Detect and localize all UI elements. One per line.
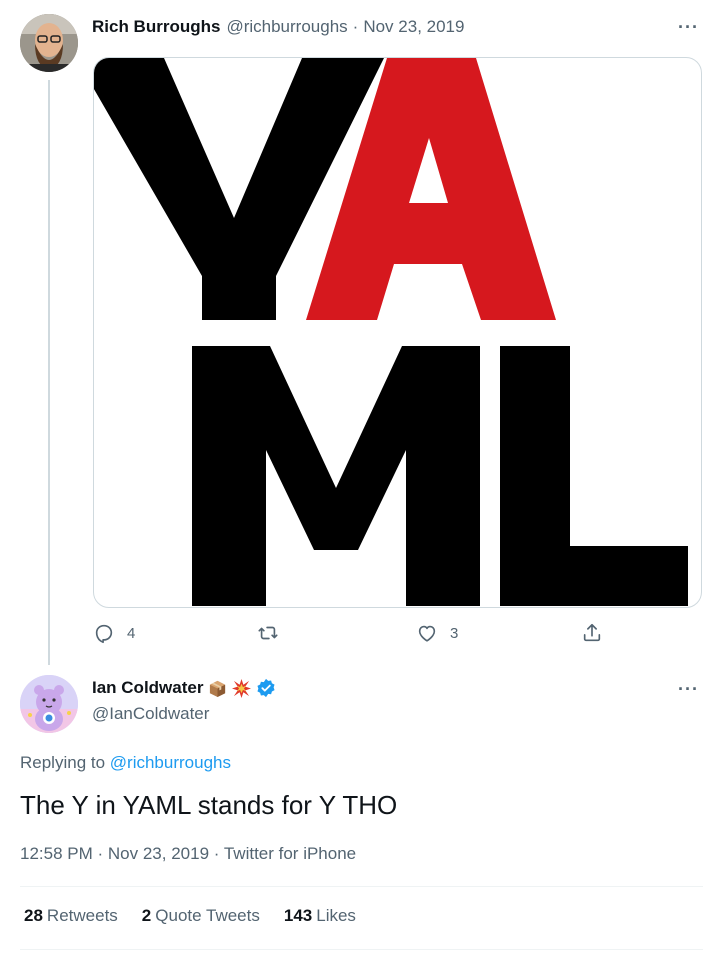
retweets-label: Retweets [46,906,118,925]
likes-count: 143 [283,906,313,925]
tweet-meta: 12:58 PM · Nov 23, 2019 · Twitter for iP… [20,844,356,864]
tweet-image[interactable] [93,57,702,608]
tweet-date[interactable]: Nov 23, 2019 [363,17,464,37]
reply-icon [95,624,113,644]
yaml-logo-image [94,58,688,606]
divider [20,886,703,887]
retweets-stat[interactable]: 28 Retweets [24,906,118,926]
author-name[interactable]: Rich Burroughs [92,17,220,37]
avatar[interactable] [20,14,78,72]
like-count: 3 [450,624,459,642]
quote-tweets-stat[interactable]: 2 Quote Tweets [142,906,260,926]
more-options-icon[interactable]: ··· [678,680,699,698]
author-name[interactable]: Ian Coldwater [92,678,203,698]
separator: · [213,844,224,863]
quotes-label: Quote Tweets [155,906,260,925]
tweet-header: Rich Burroughs @richburroughs · Nov 23, … [92,14,464,40]
tweet-source[interactable]: Twitter for iPhone [224,844,356,863]
tweet-actions: 4 3 [93,622,613,648]
reply-count: 4 [127,624,136,642]
divider [20,949,703,950]
separator: · [352,17,359,36]
quotes-count: 2 [141,906,152,925]
avatar[interactable] [20,675,78,733]
verified-icon [256,678,276,698]
thread-line [48,80,50,665]
tweet-text: The Y in YAML stands for Y THO [20,790,398,820]
share-icon [583,623,601,642]
separator: · [97,844,108,863]
like-button[interactable]: 3 [416,622,458,644]
retweet-button[interactable] [257,622,291,644]
retweet-icon [258,626,278,640]
tweet-stats: 28 Retweets 2 Quote Tweets 143 Likes [24,906,356,926]
package-emoji-icon [208,679,227,698]
more-options-icon[interactable]: ··· [678,18,699,36]
tweet-time[interactable]: 12:58 PM [20,844,93,863]
share-button[interactable] [581,622,603,644]
author-name-row: Ian Coldwater [92,678,276,698]
heart-icon [418,625,436,642]
likes-label: Likes [316,906,356,925]
replying-to-link[interactable]: @richburroughs [110,753,231,772]
tweet-date[interactable]: Nov 23, 2019 [108,844,209,863]
replying-prefix: Replying to [20,753,110,772]
reply-button[interactable]: 4 [93,622,135,644]
explosion-emoji-icon [232,678,252,698]
replying-to: Replying to @richburroughs [20,753,231,773]
retweets-count: 28 [24,906,43,925]
author-handle[interactable]: @IanColdwater [92,704,209,724]
likes-stat[interactable]: 143 Likes [284,906,356,926]
author-handle[interactable]: @richburroughs [226,17,347,37]
